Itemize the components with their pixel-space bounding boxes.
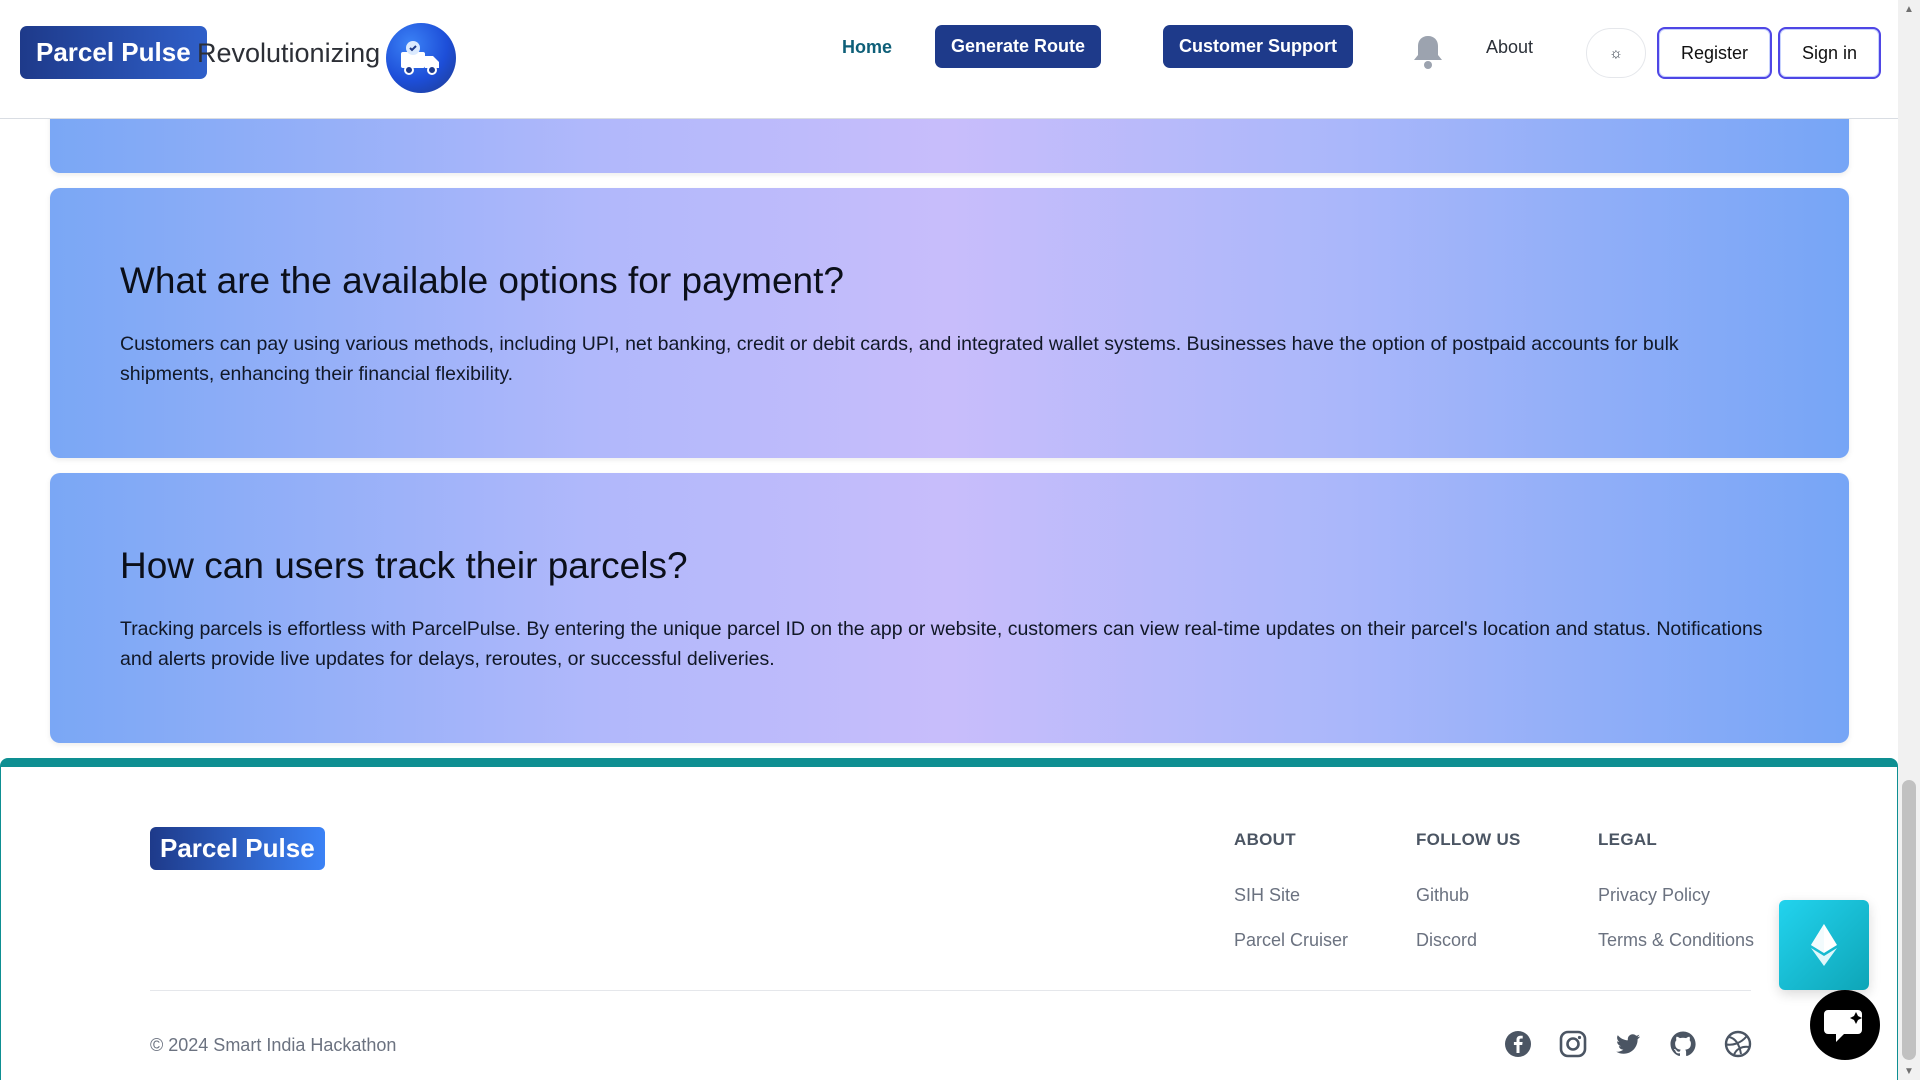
footer-col-title-about: ABOUT <box>1234 830 1296 849</box>
footer-link-discord[interactable]: Discord <box>1416 930 1477 951</box>
chat-bot-button[interactable] <box>1810 990 1880 1060</box>
footer-link-parcel-cruiser[interactable]: Parcel Cruiser <box>1234 930 1348 951</box>
faq-question: What are the available options for payme… <box>120 260 844 301</box>
site-footer: Parcel Pulse ABOUT SIH Site Parcel Cruis… <box>0 758 1898 1080</box>
register-button[interactable]: Register <box>1657 27 1773 79</box>
sign-in-button[interactable]: Sign in <box>1778 27 1882 79</box>
scroll-down-arrow-icon[interactable]: ▼ <box>1898 1062 1920 1080</box>
ethereum-icon-button[interactable] <box>1779 900 1869 990</box>
copyright-text: © 2024 Smart India Hackathon <box>150 1035 397 1055</box>
footer-divider <box>150 990 1751 991</box>
delivery-truck-icon <box>386 23 456 93</box>
footer-link-privacy-policy[interactable]: Privacy Policy <box>1598 885 1710 906</box>
faq-question: How can users track their parcels? <box>120 545 688 586</box>
footer-link-github[interactable]: Github <box>1416 885 1469 906</box>
brand-tagline: Revolutionizing <box>197 38 381 68</box>
dribbble-icon[interactable] <box>1723 1029 1753 1059</box>
notification-bell-icon[interactable] <box>1412 34 1444 70</box>
page-scrollbar[interactable]: ▲ ▼ <box>1898 0 1920 1080</box>
sun-icon: ☼ <box>1609 44 1623 62</box>
twitter-icon[interactable] <box>1613 1029 1643 1059</box>
scroll-up-arrow-icon[interactable]: ▲ <box>1898 0 1920 18</box>
brand-logo[interactable]: Parcel Pulse <box>20 26 207 79</box>
faq-answer: Customers can pay using various methods,… <box>120 333 1679 385</box>
customer-support-button[interactable]: Customer Support <box>1163 25 1354 68</box>
faq-answer: Tracking parcels is effortless with Parc… <box>120 618 1763 670</box>
generate-route-button[interactable]: Generate Route <box>935 25 1102 68</box>
nav-about-link[interactable]: About <box>1486 37 1533 58</box>
scrollbar-thumb[interactable] <box>1902 780 1916 1060</box>
top-navbar: Parcel Pulse Revolutionizing Home Genera… <box>0 0 1898 119</box>
ethereum-icon <box>1811 924 1837 966</box>
footer-logo[interactable]: Parcel Pulse <box>150 827 325 870</box>
nav-home-link[interactable]: Home <box>842 37 892 58</box>
faq-card: How can users track their parcels? Track… <box>50 473 1849 743</box>
instagram-icon[interactable] <box>1558 1029 1588 1059</box>
faq-card: What are the available options for payme… <box>50 188 1849 458</box>
footer-link-terms[interactable]: Terms & Conditions <box>1598 930 1754 951</box>
facebook-icon[interactable] <box>1503 1029 1533 1059</box>
chat-bot-icon <box>1824 1010 1862 1042</box>
github-icon[interactable] <box>1668 1029 1698 1059</box>
footer-link-sih-site[interactable]: SIH Site <box>1234 885 1300 906</box>
theme-toggle-button[interactable]: ☼ <box>1586 28 1646 78</box>
footer-col-title-legal: LEGAL <box>1598 830 1658 849</box>
footer-col-title-follow: FOLLOW US <box>1416 830 1521 849</box>
